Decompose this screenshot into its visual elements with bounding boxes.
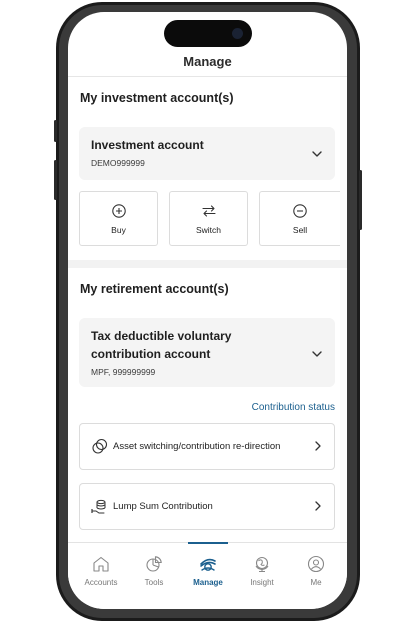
contribution-status-link[interactable]: Contribution status <box>252 402 335 413</box>
chevron-right-icon <box>315 501 321 511</box>
tab-manage-label: Manage <box>193 578 223 587</box>
user-icon <box>307 555 325 573</box>
buy-button[interactable]: Buy <box>79 191 158 246</box>
dynamic-island <box>164 20 252 47</box>
investment-section-heading: My investment account(s) <box>80 91 234 105</box>
switch-arrows-icon <box>201 205 216 217</box>
tab-accounts-label: Accounts <box>84 578 118 587</box>
home-icon <box>93 556 109 572</box>
retirement-section-heading: My retirement account(s) <box>80 282 229 296</box>
sell-label: Sell <box>292 225 308 235</box>
minus-circle-icon <box>293 204 307 218</box>
tab-insight[interactable]: Insight <box>234 543 290 603</box>
tab-tools[interactable]: Tools <box>126 543 182 603</box>
switch-button[interactable]: Switch <box>169 191 248 246</box>
section-separator <box>68 260 347 268</box>
lump-sum-label: Lump Sum Contribution <box>113 501 213 512</box>
header-divider <box>68 76 347 77</box>
tab-tools-label: Tools <box>144 578 164 587</box>
lump-sum-contribution-row[interactable]: Lump Sum Contribution <box>79 483 335 530</box>
asset-switch-icon <box>92 438 108 454</box>
investment-account-id: DEMO999999 <box>91 158 145 168</box>
retirement-account-name-line2: contribution account <box>91 347 211 361</box>
tab-manage[interactable]: Manage <box>180 542 236 603</box>
plus-circle-icon <box>111 204 126 218</box>
phone-power-button <box>359 170 362 230</box>
investment-account-card[interactable]: Investment account DEMO999999 <box>79 127 335 180</box>
globe-icon <box>255 556 269 573</box>
pie-chart-icon <box>146 556 162 572</box>
asset-switching-label: Asset switching/contribution re-directio… <box>113 441 281 452</box>
retirement-account-name-line1: Tax deductible voluntary <box>91 329 232 343</box>
tab-me-label: Me <box>310 578 322 587</box>
bottom-tab-bar: Accounts Tools Manage Insight Me <box>68 542 347 609</box>
lump-sum-icon <box>91 499 106 514</box>
phone-volume-button <box>54 160 57 200</box>
manage-icon <box>200 558 216 571</box>
sell-button[interactable]: Sell <box>259 191 340 246</box>
tab-insight-label: Insight <box>250 578 274 587</box>
switch-label: Switch <box>195 225 222 235</box>
buy-label: Buy <box>111 225 126 235</box>
chevron-down-icon[interactable] <box>310 147 324 161</box>
retirement-account-card[interactable]: Tax deductible voluntary contribution ac… <box>79 318 335 387</box>
tab-accounts[interactable]: Accounts <box>73 543 129 603</box>
chevron-down-icon[interactable] <box>310 347 324 361</box>
page-title: Manage <box>183 54 232 69</box>
tab-me[interactable]: Me <box>288 543 344 603</box>
phone-screen: Manage My investment account(s) Investme… <box>68 12 347 609</box>
retirement-account-id: MPF, 999999999 <box>91 367 156 377</box>
asset-switching-row[interactable]: Asset switching/contribution re-directio… <box>79 423 335 470</box>
investment-account-name: Investment account <box>91 138 204 152</box>
camera-icon <box>232 28 243 39</box>
chevron-right-icon <box>315 441 321 451</box>
phone-side-button <box>54 120 57 142</box>
